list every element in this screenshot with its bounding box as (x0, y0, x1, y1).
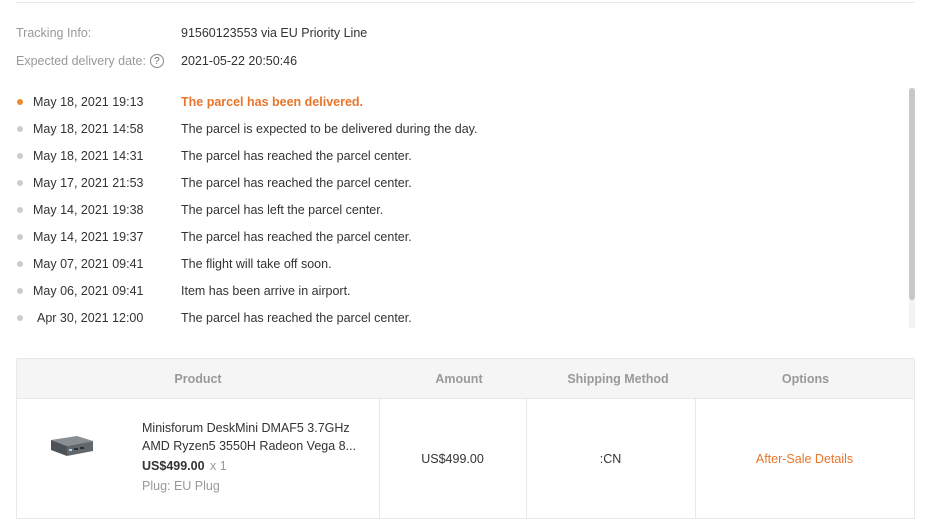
timeline-event-date: May 17, 2021 21:53 (33, 175, 144, 190)
timeline-dot-icon (17, 126, 23, 132)
table-row: Minisforum DeskMini DMAF5 3.7GHz AMD Ryz… (17, 399, 914, 518)
timeline-event-text: The flight will take off soon. (181, 256, 332, 271)
row-options-cell: After-Sale Details (695, 399, 914, 518)
product-plug-option: Plug: EU Plug (142, 479, 220, 493)
header-product: Product (174, 371, 222, 386)
timeline-event: May 07, 2021 09:41 The flight will take … (16, 250, 896, 277)
product-price-line: US$499.00 x 1 (142, 457, 367, 475)
timeline-event-text: The parcel has reached the parcel center… (181, 148, 412, 163)
timeline-event-text: The parcel has reached the parcel center… (181, 310, 412, 325)
product-info: Minisforum DeskMini DMAF5 3.7GHz AMD Ryz… (142, 419, 367, 495)
timeline-dot-icon (17, 315, 23, 321)
timeline-event-date: May 14, 2021 19:38 (33, 202, 144, 217)
header-amount: Amount (435, 371, 483, 386)
timeline-event-text: Item has been arrive in airport. (181, 283, 351, 298)
timeline-event: May 18, 2021 14:31 The parcel has reache… (16, 142, 896, 169)
expected-delivery-label-wrap: Expected delivery date: ? (16, 54, 181, 68)
timeline-event-date: May 18, 2021 14:58 (33, 121, 144, 136)
expected-delivery-label: Expected delivery date: (16, 54, 146, 68)
header-shipping-method: Shipping Method (567, 371, 669, 386)
timeline-event-date: May 18, 2021 14:31 (33, 148, 144, 163)
expected-delivery-value: 2021-05-22 20:50:46 (181, 54, 298, 68)
timeline-event: May 17, 2021 21:53 The parcel has reache… (16, 169, 896, 196)
tracking-info-label: Tracking Info: (16, 26, 92, 40)
after-sale-details-link[interactable]: After-Sale Details (756, 452, 853, 466)
product-name-line1[interactable]: Minisforum DeskMini DMAF5 3.7GHz (142, 419, 367, 437)
timeline-event-text: The parcel is expected to be delivered d… (181, 121, 478, 136)
table-header: Product Amount Shipping Method Options (17, 359, 914, 399)
timeline-event-date: Apr 30, 2021 12:00 (37, 310, 144, 325)
product-quantity: x 1 (210, 459, 227, 473)
timeline-event-text: The parcel has been delivered. (181, 94, 364, 109)
product-price: US$499.00 (142, 459, 205, 473)
tracking-info-row: Tracking Info: 91560123553 via EU Priori… (16, 24, 367, 42)
product-image[interactable] (47, 432, 97, 462)
header-options: Options (781, 371, 830, 386)
expected-delivery-row: Expected delivery date: ? 2021-05-22 20:… (16, 52, 297, 70)
timeline-dot-icon (17, 234, 23, 240)
timeline-dot-icon (17, 261, 23, 267)
order-tracking-page: Tracking Info: 91560123553 via EU Priori… (0, 0, 931, 532)
row-shipping-method: :CN (599, 451, 622, 466)
timeline-event-date: May 18, 2021 19:13 (33, 94, 144, 109)
timeline-event-date: May 14, 2021 19:37 (33, 229, 144, 244)
row-amount: US$499.00 (421, 451, 484, 466)
timeline-event: May 14, 2021 19:37 The parcel has reache… (16, 223, 896, 250)
timeline-event-date: May 06, 2021 09:41 (33, 283, 144, 298)
timeline-dot-icon (17, 99, 23, 105)
timeline-dot-icon (17, 207, 23, 213)
top-divider (16, 2, 915, 3)
timeline-dot-icon (17, 153, 23, 159)
product-name-line2[interactable]: AMD Ryzen5 3550H Radeon Vega 8... (142, 437, 367, 455)
timeline-event-text: The parcel has reached the parcel center… (181, 175, 412, 190)
timeline-dot-icon (17, 180, 23, 186)
timeline-event-date: May 07, 2021 09:41 (33, 256, 144, 271)
timeline-event: Apr 30, 2021 12:00 The parcel has reache… (16, 304, 896, 328)
order-table: Product Amount Shipping Method Options M… (16, 358, 915, 519)
timeline-event: May 06, 2021 09:41 Item has been arrive … (16, 277, 896, 304)
tracking-timeline[interactable]: May 18, 2021 19:13 The parcel has been d… (16, 88, 915, 328)
timeline-event-text: The parcel has left the parcel center. (181, 202, 384, 217)
timeline-event-text: The parcel has reached the parcel center… (181, 229, 412, 244)
tracking-info-value: 91560123553 via EU Priority Line (181, 26, 368, 40)
timeline-event: May 14, 2021 19:38 The parcel has left t… (16, 196, 896, 223)
timeline-dot-icon (17, 288, 23, 294)
timeline-event: May 18, 2021 14:58 The parcel is expecte… (16, 115, 896, 142)
timeline-event: May 18, 2021 19:13 The parcel has been d… (16, 88, 896, 115)
timeline-scrollbar-thumb[interactable] (909, 88, 915, 300)
timeline-scrollbar[interactable] (909, 88, 915, 328)
question-circle-icon[interactable]: ? (149, 54, 164, 68)
